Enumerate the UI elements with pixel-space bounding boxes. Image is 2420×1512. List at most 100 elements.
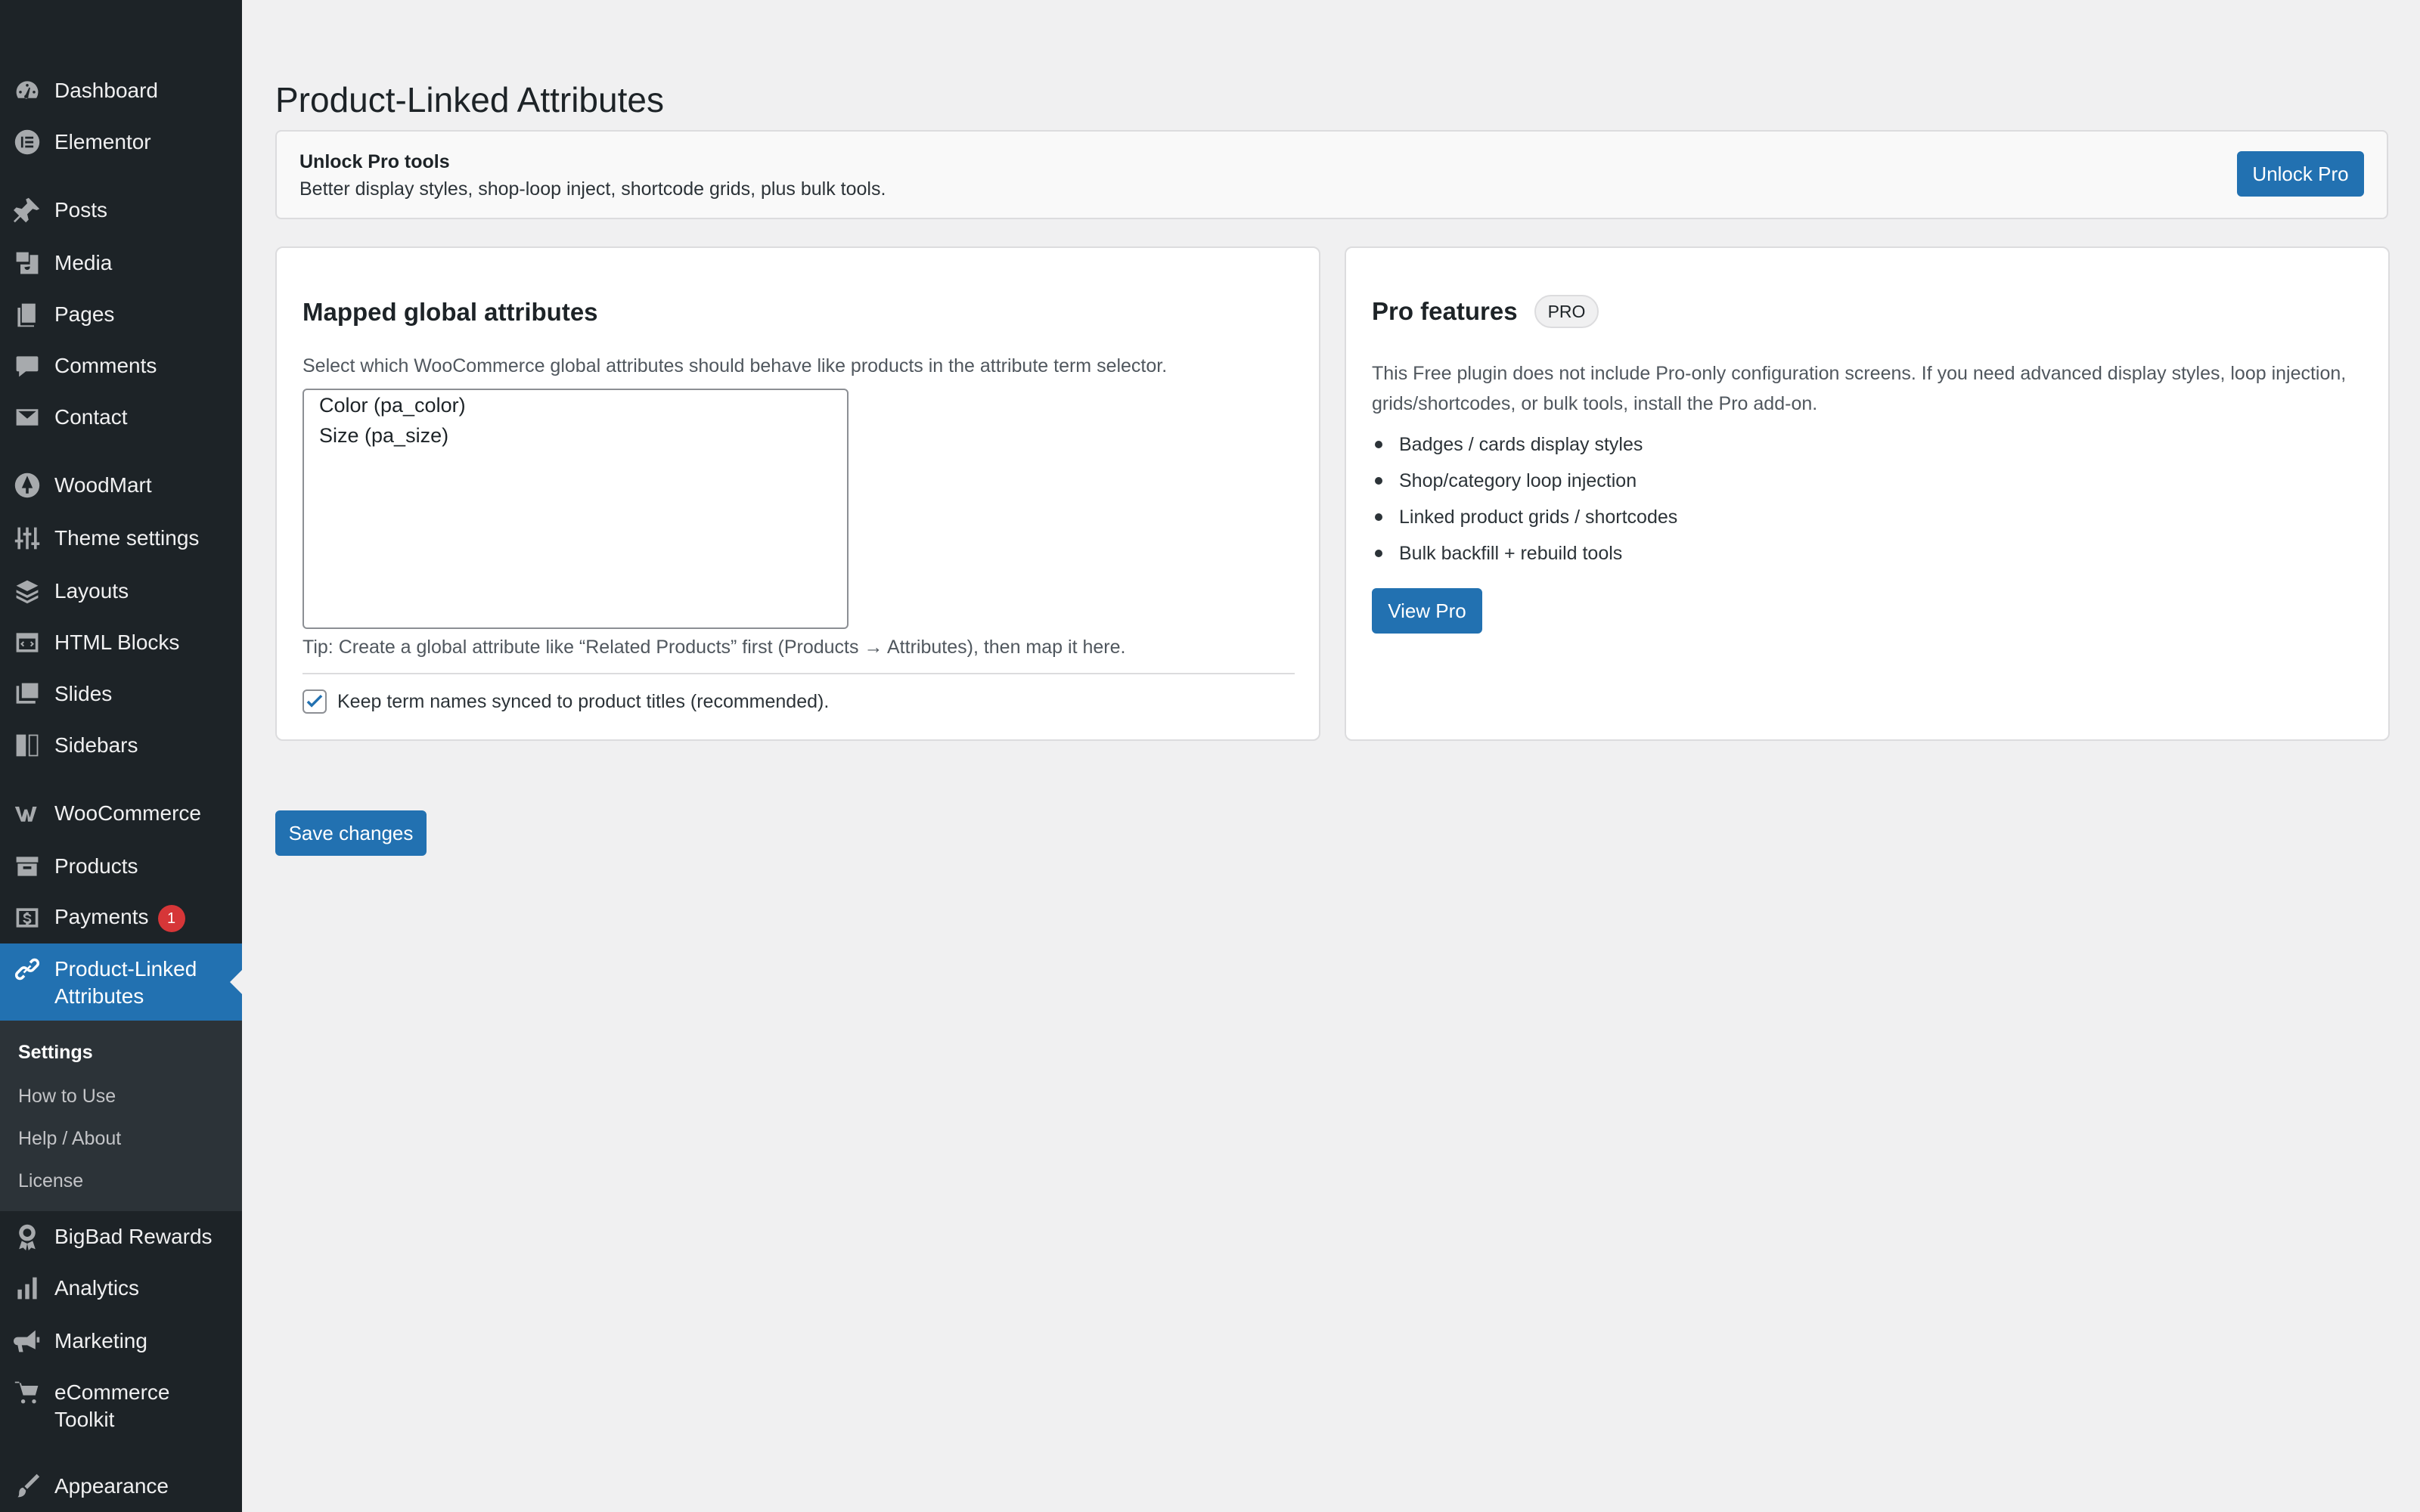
submenu-item-settings[interactable]: Settings [18, 1040, 93, 1064]
sidebar-item-slides[interactable]: Slides [0, 671, 242, 717]
sidebar-item-comments[interactable]: Comments [0, 343, 242, 389]
brush-icon [12, 1471, 42, 1501]
divider [302, 673, 1295, 674]
sidebar-item-products[interactable]: Products [0, 844, 242, 889]
sidebar-item-label: Elementor [54, 130, 151, 153]
sidebar-item-label: HTML Blocks [54, 631, 180, 654]
sidebar-item-label: Comments [54, 354, 157, 377]
mail-icon [12, 402, 42, 432]
sidebar-item-woodmart[interactable]: WoodMart [0, 463, 242, 508]
layers-icon [12, 576, 42, 606]
sidebar-item-pages[interactable]: Pages [0, 292, 242, 337]
pro-features-header: Pro features PRO [1372, 295, 1599, 328]
list-item: Shop/category loop injection [1372, 463, 1677, 499]
pro-features-list: Badges / cards display styles Shop/categ… [1372, 426, 1677, 572]
sidebar-item-label-line2: Toolkit [54, 1408, 115, 1431]
sidebar-item-ecommerce-toolkit[interactable]: eCommerce Toolkit [0, 1367, 242, 1442]
admin-sidebar: Dashboard Elementor Posts Media Pages Co… [0, 0, 242, 1512]
sidebar-item-elementor[interactable]: Elementor [0, 119, 242, 165]
sidebar-item-posts[interactable]: Posts [0, 187, 242, 233]
submenu: Settings How to Use Help / About License [0, 1021, 242, 1211]
sliders-icon [12, 523, 42, 553]
submenu-item-help-about[interactable]: Help / About [18, 1126, 121, 1151]
sidebar-item-label: Payments [54, 905, 149, 929]
sidebar-item-label: Product-Linked [54, 957, 197, 981]
sidebar-item-html-blocks[interactable]: HTML Blocks [0, 620, 242, 665]
notification-badge: 1 [157, 904, 185, 932]
sidebar-item-label: Posts [54, 198, 108, 222]
dollar-icon [12, 903, 42, 933]
sidebar-item-label: Marketing [54, 1329, 147, 1352]
sidebar-item-analytics[interactable]: Analytics [0, 1266, 242, 1311]
page-title: Product-Linked Attributes [275, 80, 664, 119]
sidebar-item-label: Dashboard [54, 79, 158, 102]
sidebar-item-appearance[interactable]: Appearance [0, 1464, 242, 1509]
sidebar-item-label: Media [54, 251, 113, 274]
mapped-attributes-tip: Tip: Create a global attribute like “Rel… [302, 637, 1126, 658]
sidebar-item-woocommerce[interactable]: WooCommerce [0, 791, 242, 836]
pro-notice: Unlock Pro tools Better display styles, … [275, 130, 2388, 219]
pro-badge: PRO [1534, 295, 1599, 328]
woocommerce-icon [12, 798, 42, 829]
sidebar-item-label: Contact [54, 405, 128, 429]
link-icon [12, 954, 42, 984]
elementor-icon [12, 127, 42, 157]
list-item: Badges / cards display styles [1372, 426, 1677, 463]
sidebar-item-product-linked-attributes[interactable]: Product-Linked Attributes [0, 943, 242, 1021]
sidebar-item-label: Analytics [54, 1276, 140, 1300]
sidebar-item-label: Sidebars [54, 733, 138, 757]
sidebar-item-label: Pages [54, 302, 115, 326]
megaphone-icon [12, 1326, 42, 1356]
submenu-item-how-to-use[interactable]: How to Use [18, 1084, 116, 1108]
sync-titles-checkbox[interactable] [302, 689, 327, 714]
sidebar-item-payments[interactable]: Payments 1 [0, 895, 242, 940]
sidebar-icon [12, 730, 42, 761]
archive-icon [12, 851, 42, 881]
notice-text: Better display styles, shop-loop inject,… [299, 178, 886, 200]
sidebar-item-label: Slides [54, 682, 113, 705]
sidebar-item-label: Theme settings [54, 526, 200, 550]
cart-icon [12, 1377, 42, 1408]
list-item: Bulk backfill + rebuild tools [1372, 535, 1677, 572]
attribute-option-color[interactable]: Color (pa_color) [319, 392, 466, 419]
attribute-option-size[interactable]: Size (pa_size) [319, 422, 448, 449]
mapped-attributes-description: Select which WooCommerce global attribut… [302, 355, 1168, 376]
checkmark-icon [306, 695, 323, 708]
mapped-attributes-title: Mapped global attributes [302, 298, 598, 326]
comment-icon [12, 351, 42, 381]
attributes-multiselect[interactable]: Color (pa_color) Size (pa_size) [302, 389, 849, 629]
sidebar-item-dashboard[interactable]: Dashboard [0, 68, 242, 113]
pin-icon [12, 195, 42, 225]
pro-features-description: This Free plugin does not include Pro-on… [1372, 363, 2347, 414]
code-block-icon [12, 627, 42, 658]
save-changes-button[interactable]: Save changes [275, 810, 427, 856]
sidebar-item-label: WooCommerce [54, 801, 201, 825]
sidebar-item-marketing[interactable]: Marketing [0, 1318, 242, 1364]
pages-icon [12, 299, 42, 330]
sidebar-item-media[interactable]: Media [0, 240, 242, 286]
sidebar-item-label: Layouts [54, 579, 129, 603]
view-pro-button[interactable]: View Pro [1372, 588, 1482, 634]
unlock-pro-button[interactable]: Unlock Pro [2237, 151, 2364, 197]
sidebar-item-label: Appearance [54, 1474, 169, 1498]
woodmart-icon [12, 470, 42, 500]
sync-titles-label[interactable]: Keep term names synced to product titles… [337, 689, 829, 714]
pro-features-title: Pro features [1372, 297, 1518, 325]
pro-features-card: Pro features PRO This Free plugin does n… [1345, 246, 2390, 741]
sidebar-item-sidebars[interactable]: Sidebars [0, 723, 242, 768]
sidebar-item-bigbad-rewards[interactable]: BigBad Rewards [0, 1214, 242, 1259]
notice-title: Unlock Pro tools [299, 151, 450, 172]
dashboard-icon [12, 76, 42, 106]
sidebar-item-label: eCommerce [54, 1380, 170, 1404]
sidebar-item-label: BigBad Rewards [54, 1225, 213, 1248]
sidebar-item-theme-settings[interactable]: Theme settings [0, 516, 242, 561]
mapped-attributes-card: Mapped global attributes Select which Wo… [275, 246, 1320, 741]
current-indicator [230, 970, 242, 994]
award-icon [12, 1222, 42, 1252]
sidebar-item-contact[interactable]: Contact [0, 395, 242, 440]
sidebar-item-label-line2: Attributes [54, 984, 144, 1008]
bar-chart-icon [12, 1273, 42, 1303]
sidebar-item-layouts[interactable]: Layouts [0, 569, 242, 614]
submenu-item-license[interactable]: License [18, 1169, 83, 1193]
media-icon [12, 248, 42, 278]
